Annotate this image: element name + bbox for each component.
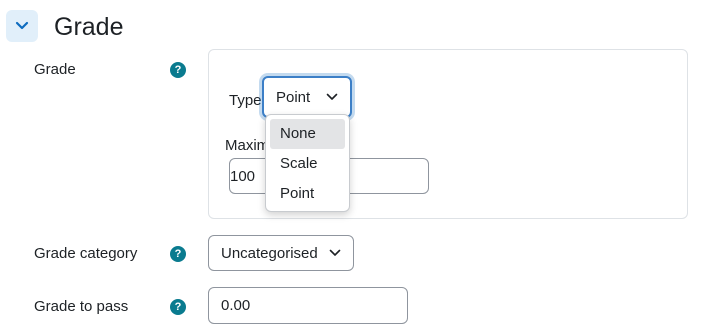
maximum-grade-value: 100: [230, 167, 256, 185]
grade-to-pass-value: 0.00: [221, 297, 251, 314]
grade-to-pass-label: Grade to pass: [34, 298, 129, 315]
section-title: Grade: [54, 13, 124, 41]
type-dropdown-list: None Scale Point: [265, 114, 350, 212]
help-icon[interactable]: ?: [170, 299, 186, 315]
help-icon[interactable]: ?: [170, 246, 186, 262]
grade-to-pass-input[interactable]: 0.00: [208, 287, 408, 324]
grade-category-label: Grade category: [34, 245, 138, 262]
help-icon[interactable]: ?: [170, 62, 186, 78]
chevron-down-icon: [15, 21, 29, 30]
collapse-section-button[interactable]: [6, 10, 38, 42]
grade-label: Grade: [34, 61, 76, 78]
chevron-down-icon: [326, 93, 338, 100]
type-option-scale[interactable]: Scale: [270, 149, 345, 179]
maximum-grade-label: Maxim: [225, 137, 270, 154]
type-select[interactable]: Point: [262, 76, 352, 118]
type-option-none[interactable]: None: [270, 119, 345, 149]
chevron-down-icon: [329, 249, 341, 256]
type-select-value: Point: [276, 88, 311, 106]
grade-category-select[interactable]: Uncategorised: [208, 235, 354, 271]
type-label: Type: [229, 92, 262, 109]
type-option-point[interactable]: Point: [270, 179, 345, 209]
grade-category-value: Uncategorised: [221, 244, 318, 262]
